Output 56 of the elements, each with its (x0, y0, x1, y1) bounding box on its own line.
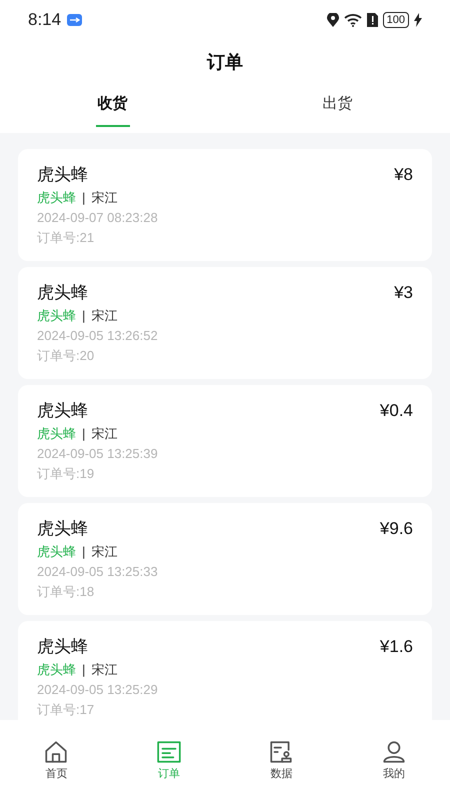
separator: | (82, 425, 86, 444)
order-time: 2024-09-05 13:26:52 (37, 327, 159, 345)
order-number: 订单号:21 (37, 229, 96, 247)
order-card[interactable]: 虎头蜂 ¥3 虎头蜂 | 宋江 2024-09-05 13:26:52 订单号:20 (18, 267, 432, 379)
order-card[interactable]: 虎头蜂 ¥1.6 虎头蜂 | 宋江 2024-09-05 13:25:29 订单号:17 (18, 621, 432, 720)
separator: | (82, 189, 86, 208)
nav-tab[interactable]: 首页 (0, 720, 112, 782)
person-name: 宋江 (91, 189, 118, 208)
product-name: 虎头蜂 (37, 518, 88, 540)
status-time: 8:14 (28, 9, 62, 32)
person-name: 宋江 (91, 661, 118, 680)
order-time: 2024-09-05 13:25:33 (37, 563, 159, 581)
tab[interactable]: 出货 (225, 85, 450, 133)
nav-tab[interactable]: 我的 (338, 720, 450, 782)
category-label: 虎头蜂 (37, 661, 76, 680)
document-icon (156, 738, 182, 764)
separator: | (82, 543, 86, 562)
separator: | (82, 307, 86, 326)
home-icon (43, 738, 70, 764)
order-number: 订单号:20 (37, 347, 96, 365)
battery-level: 100 (382, 12, 409, 28)
product-name: 虎头蜂 (37, 636, 88, 658)
category-label: 虎头蜂 (37, 425, 76, 444)
order-card[interactable]: 虎头蜂 ¥0.4 虎头蜂 | 宋江 2024-09-05 13:25:39 订单号:19 (18, 385, 432, 497)
person-icon (380, 738, 407, 764)
charging-icon (414, 13, 422, 27)
order-time: 2024-09-07 08:23:28 (37, 209, 159, 227)
order-price: ¥8 (394, 164, 413, 186)
order-time: 2024-09-05 13:25:39 (37, 445, 159, 463)
product-name: 虎头蜂 (37, 282, 88, 304)
order-card[interactable]: 虎头蜂 ¥9.6 虎头蜂 | 宋江 2024-09-05 13:25:33 订单号:18 (18, 503, 432, 615)
product-name: 虎头蜂 (37, 164, 88, 186)
order-price: ¥9.6 (380, 518, 413, 540)
person-name: 宋江 (91, 425, 118, 444)
category-label: 虎头蜂 (37, 543, 76, 562)
location-icon (326, 13, 339, 27)
order-price: ¥3 (394, 282, 413, 304)
order-price: ¥0.4 (380, 400, 413, 422)
tab[interactable]: 收货 (0, 85, 225, 133)
product-name: 虎头蜂 (37, 400, 88, 422)
order-number: 订单号:19 (37, 465, 96, 483)
order-number: 订单号:17 (37, 701, 96, 719)
stamp-document-icon (268, 738, 294, 764)
order-card[interactable]: 虎头蜂 ¥8 虎头蜂 | 宋江 2024-09-07 08:23:28 订单号:21 (18, 149, 432, 261)
person-name: 宋江 (91, 307, 118, 326)
category-label: 虎头蜂 (37, 307, 76, 326)
order-price: ¥1.6 (380, 636, 413, 658)
category-label: 虎头蜂 (37, 189, 76, 208)
nav-tab[interactable]: 数据 (225, 720, 338, 782)
wifi-icon (344, 13, 362, 27)
order-number: 订单号:18 (37, 583, 96, 601)
order-time: 2024-09-05 13:25:29 (37, 681, 159, 699)
separator: | (82, 661, 86, 680)
sim-icon (366, 13, 378, 27)
person-name: 宋江 (91, 543, 118, 562)
page-title: 订单 (207, 51, 243, 74)
